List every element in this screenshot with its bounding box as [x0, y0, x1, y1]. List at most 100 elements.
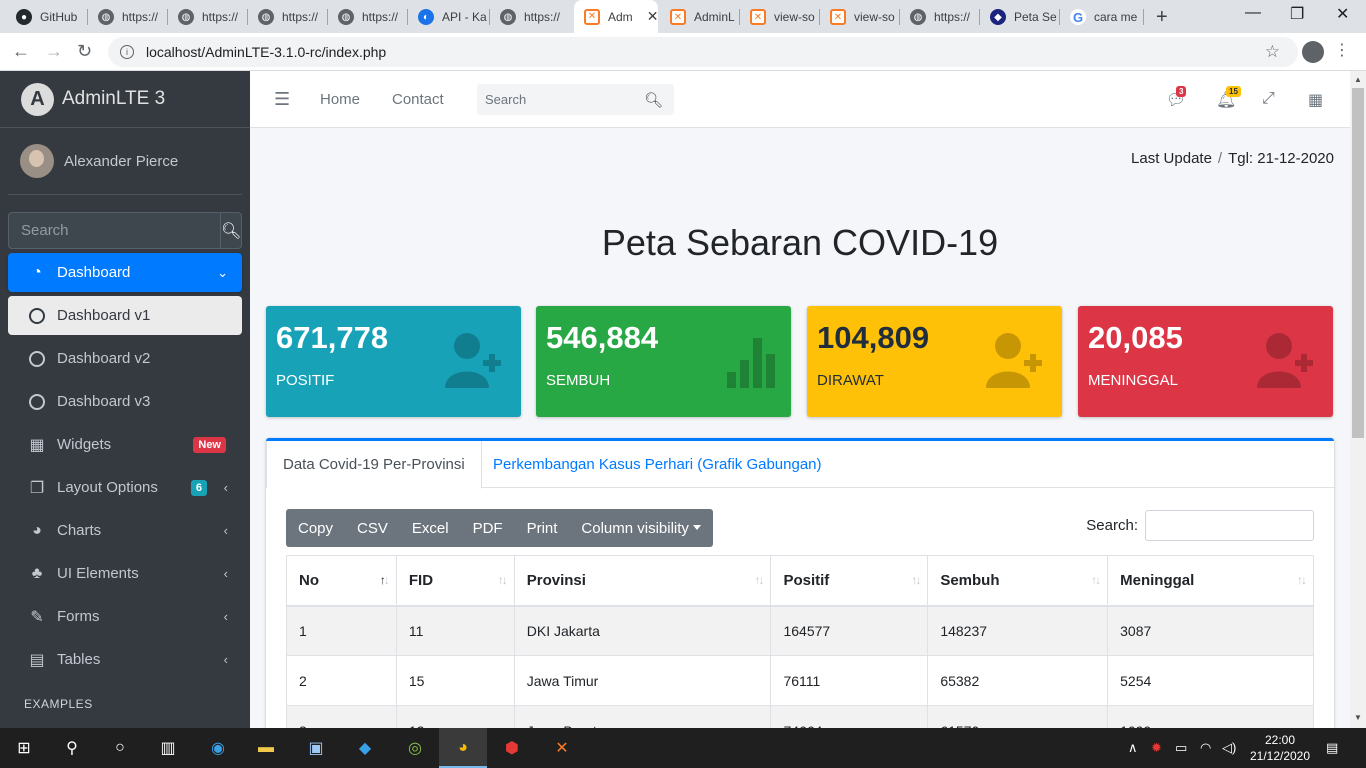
scroll-down-icon[interactable]: ▼ — [1354, 713, 1362, 722]
sidebar-item-charts[interactable]: ◕ Charts ‹ — [8, 511, 242, 550]
cell-fid: 11 — [395, 605, 515, 656]
print-button[interactable]: Print — [515, 520, 570, 537]
browser-tab-active[interactable]: ✕ Adm ✕ — [574, 0, 658, 33]
chevron-down-icon: ⌄ — [217, 264, 228, 280]
column-header-positif[interactable]: Positif ↑↓ — [770, 555, 929, 607]
close-window-icon[interactable]: ✕ — [1336, 4, 1349, 24]
excel-button[interactable]: Excel — [400, 520, 461, 537]
column-header-provinsi[interactable]: Provinsi ↑↓ — [513, 555, 772, 607]
notification-center-icon[interactable]: ▤ — [1326, 740, 1338, 756]
stat-label: DIRAWAT — [817, 372, 884, 389]
vscode-icon[interactable]: ◆ — [353, 736, 377, 760]
cortana-icon[interactable]: ○ — [108, 736, 132, 760]
tab-perkembangan-kasus[interactable]: Perkembangan Kasus Perhari (Grafik Gabun… — [477, 441, 838, 488]
browser-tab[interactable]: ✕ view-so — [740, 5, 820, 29]
fullscreen-icon[interactable]: ⤢ — [1262, 90, 1275, 108]
search-icon[interactable]: 🔍︎ — [644, 91, 674, 109]
close-icon[interactable]: ✕ — [647, 8, 658, 25]
column-header-fid[interactable]: FID ↑↓ — [395, 555, 515, 607]
sidebar-search-button[interactable]: 🔍︎ — [220, 212, 243, 249]
app-icon[interactable]: ◎ — [403, 736, 427, 760]
chrome-icon[interactable]: ◕ — [451, 736, 475, 760]
messages-icon[interactable]: 💬︎ 3 — [1166, 86, 1187, 110]
task-view-icon[interactable]: ▥ — [156, 736, 180, 760]
search-icon[interactable]: ⚲ — [60, 736, 84, 760]
xampp-icon[interactable]: ✕ — [550, 736, 574, 760]
column-header-no[interactable]: No ↑↓ — [286, 555, 397, 607]
cell-meninggal: 3087 — [1107, 605, 1314, 656]
column-visibility-button[interactable]: Column visibility — [569, 520, 713, 537]
sidebar-item-ui-elements[interactable]: ♣ UI Elements ‹ — [8, 554, 242, 593]
sidebar-item-tables[interactable]: ▤ Tables ‹ — [8, 640, 242, 679]
sidebar-item-dashboard-v2[interactable]: Dashboard v2 — [8, 339, 242, 378]
browser-tab[interactable]: ◍ https:// — [328, 5, 408, 29]
bookmark-star-icon[interactable]: ☆ — [1265, 42, 1280, 62]
xampp-icon: ✕ — [830, 9, 846, 25]
volume-icon[interactable]: ◁) — [1222, 740, 1236, 756]
globe-icon: ◍ — [500, 9, 516, 25]
column-header-meninggal[interactable]: Meninggal ↑↓ — [1107, 555, 1314, 607]
pdf-button[interactable]: PDF — [461, 520, 515, 537]
url-text[interactable]: localhost/AdminLTE-3.1.0-rc/index.php — [146, 44, 386, 60]
navbar-search-input[interactable]: Search — [485, 92, 644, 107]
count-badge: 6 — [190, 479, 207, 496]
sidebar-item-forms[interactable]: ✎ Forms ‹ — [8, 597, 242, 636]
browser-tab[interactable]: ◐ API - Ka — [408, 5, 490, 29]
user-name[interactable]: Alexander Pierce — [64, 153, 178, 170]
browser-tab[interactable]: ◍ https:// — [88, 5, 168, 29]
windows-start-icon[interactable]: ⊞ — [12, 736, 36, 760]
back-icon[interactable]: ← — [12, 41, 30, 62]
browser-tab[interactable]: Gcara me — [1060, 5, 1144, 29]
menu-kebab-icon[interactable]: ⋮ — [1334, 40, 1350, 60]
brand-link[interactable]: A AdminLTE 3 — [0, 71, 250, 128]
navbar-search[interactable]: Search 🔍︎ — [477, 84, 674, 115]
browser-tab[interactable]: ◍ https:// — [490, 5, 572, 29]
tray-chevron-icon[interactable]: ∧ — [1128, 740, 1138, 756]
column-header-sembuh[interactable]: Sembuh ↑↓ — [927, 555, 1109, 607]
edge-icon[interactable]: ◉ — [206, 736, 230, 760]
th-icon: ▦ — [29, 436, 45, 454]
file-explorer-icon[interactable]: ▬ — [254, 736, 278, 760]
browser-tab[interactable]: ◍ https:// — [168, 5, 248, 29]
tray-app-icon[interactable]: ✹ — [1151, 740, 1162, 756]
browser-tab[interactable]: ◍ https:// — [900, 5, 980, 29]
sidebar-item-dashboard-v3[interactable]: Dashboard v3 — [8, 382, 242, 421]
address-bar[interactable]: i localhost/AdminLTE-3.1.0-rc/index.php — [108, 37, 1298, 67]
nav-link-contact[interactable]: Contact — [392, 91, 444, 108]
tab-data-per-provinsi[interactable]: Data Covid-19 Per-Provinsi — [266, 441, 482, 489]
copy-button[interactable]: Copy — [286, 520, 345, 537]
scroll-up-icon[interactable]: ▲ — [1354, 75, 1362, 84]
profile-avatar-icon[interactable] — [1302, 41, 1324, 63]
hamburger-menu-icon[interactable]: ☰ — [274, 89, 290, 110]
csv-button[interactable]: CSV — [345, 520, 400, 537]
breadcrumb-item[interactable]: Last Update — [1131, 150, 1212, 167]
browser-tab[interactable]: ✕ view-so — [820, 5, 900, 29]
info-icon[interactable]: i — [120, 45, 134, 59]
battery-icon[interactable]: ▭ — [1175, 740, 1187, 756]
maximize-icon[interactable]: ❐ — [1290, 4, 1304, 24]
scrollbar-thumb[interactable] — [1352, 88, 1364, 438]
table-search-input[interactable] — [1145, 510, 1314, 541]
wifi-icon[interactable]: ◠ — [1200, 740, 1211, 756]
notifications-bell-icon[interactable]: 🔔︎ 15 — [1216, 86, 1241, 110]
stat-box-dirawat: 104,809 DIRAWAT — [807, 306, 1062, 417]
control-sidebar-icon[interactable]: ▦ — [1308, 90, 1323, 110]
forward-icon[interactable]: → — [45, 41, 63, 62]
sidebar-item-dashboard[interactable]: ◔ Dashboard ⌄ — [8, 253, 242, 292]
sidebar-search-input[interactable] — [8, 212, 220, 249]
nav-link-home[interactable]: Home — [320, 91, 360, 108]
new-tab-icon[interactable]: + — [1156, 6, 1168, 29]
system-clock[interactable]: 22:00 21/12/2020 — [1245, 732, 1315, 764]
app-red-icon[interactable]: ⬢ — [500, 736, 524, 760]
minimize-icon[interactable]: — — [1245, 4, 1261, 22]
browser-tab[interactable]: ◆ Peta Se — [980, 5, 1060, 29]
browser-tab[interactable]: ● GitHub — [6, 5, 88, 29]
browser-tab[interactable]: ◍ https:// — [248, 5, 328, 29]
sidebar-item-dashboard-v1[interactable]: Dashboard v1 — [8, 296, 242, 335]
sidebar-item-widgets[interactable]: ▦ Widgets New — [8, 425, 242, 464]
page-scrollbar[interactable]: ▲ ▼ — [1350, 71, 1366, 728]
browser-tab[interactable]: ✕ AdminL — [660, 5, 740, 29]
store-icon[interactable]: ▣ — [304, 736, 328, 760]
reload-icon[interactable]: ↻ — [77, 41, 92, 62]
sidebar-item-layout-options[interactable]: ❐ Layout Options 6 ‹ — [8, 468, 242, 507]
